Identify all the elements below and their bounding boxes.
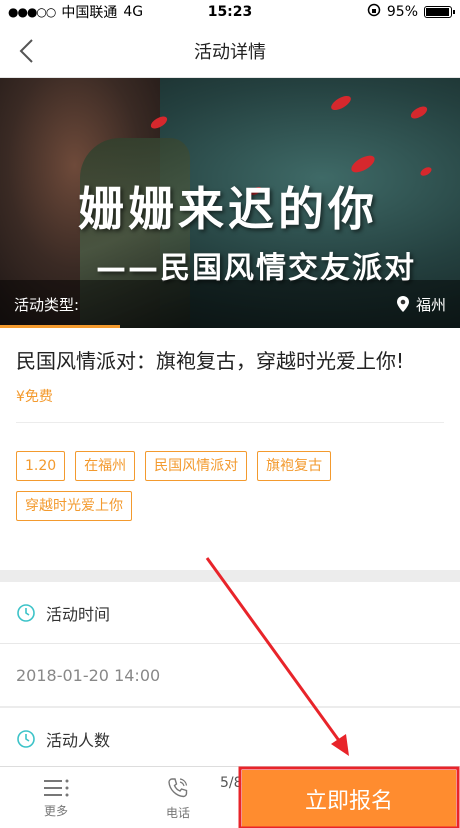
clock-icon xyxy=(17,729,35,748)
location-label: 福州 xyxy=(415,295,446,314)
phone-label: 电话 xyxy=(165,805,190,820)
hero-info-bar: 活动类型: 福州 xyxy=(0,280,460,328)
event-type-label: 活动类型: xyxy=(14,295,80,314)
back-button[interactable] xyxy=(14,36,42,66)
status-right: 95% xyxy=(367,3,455,21)
location-pin-icon xyxy=(396,296,409,312)
status-bar: ●●●○○ 中国联通 4G 15:23 95% xyxy=(0,0,460,24)
menu-icon xyxy=(44,779,69,796)
carrier-label: 中国联通 xyxy=(61,5,118,21)
signup-button[interactable]: 立即报名 xyxy=(242,770,456,828)
people-section-header: 活动人数 xyxy=(0,708,460,770)
clock-icon xyxy=(17,603,35,622)
tag[interactable]: 民国风情派对 xyxy=(145,451,248,481)
network-label: 4G xyxy=(123,4,144,20)
phone-button[interactable]: 电话 xyxy=(138,767,218,828)
event-datetime: 2018-01-20 14:00 xyxy=(16,665,161,685)
petal-decoration xyxy=(408,104,430,121)
battery-percent: 95% xyxy=(386,4,418,20)
petal-decoration xyxy=(328,93,354,113)
status-left: ●●●○○ 中国联通 4G xyxy=(8,2,143,22)
more-button[interactable]: 更多 xyxy=(16,767,96,828)
tag[interactable]: 穿越时光爱上你 xyxy=(16,491,132,521)
hero-banner: 姗姗来迟的你 ——民国风情交友派对 活动类型: 福州 xyxy=(0,78,460,328)
event-name: 民国风情派对：旗袍复古，穿越时光爱上你! xyxy=(16,349,405,373)
time-section-header: 活动时间 xyxy=(0,582,460,644)
battery-fill xyxy=(426,8,449,16)
phone-icon xyxy=(168,777,188,797)
event-info: 民国风情派对：旗袍复古，穿越时光爱上你! ¥免费 1.20 在福州 民国风情派对… xyxy=(0,328,460,570)
page-title: 活动详情 xyxy=(194,41,266,63)
people-section-title: 活动人数 xyxy=(46,730,111,750)
people-section: 活动人数 xyxy=(0,708,460,770)
tag[interactable]: 在福州 xyxy=(75,451,136,481)
tag[interactable]: 1.20 xyxy=(16,451,66,481)
time-section-title: 活动时间 xyxy=(46,604,111,624)
page-indicator: 5/8 xyxy=(220,775,243,791)
rotation-lock-icon xyxy=(367,3,381,21)
time-section: 活动时间 2018-01-20 14:00 xyxy=(0,582,460,706)
signal-icon: ●●●○○ xyxy=(8,5,56,19)
event-price: ¥免费 xyxy=(16,386,444,423)
hero-headline: 姗姗来迟的你 xyxy=(78,182,378,236)
battery-icon xyxy=(424,6,455,18)
more-label: 更多 xyxy=(43,803,68,818)
nav-bar: 活动详情 xyxy=(0,24,460,78)
tag-list: 1.20 在福州 民国风情派对 旗袍复古 穿越时光爱上你 xyxy=(16,423,444,521)
location: 福州 xyxy=(396,294,446,315)
tag[interactable]: 旗袍复古 xyxy=(257,451,332,481)
chevron-left-icon xyxy=(19,39,33,63)
petal-decoration xyxy=(419,165,433,178)
